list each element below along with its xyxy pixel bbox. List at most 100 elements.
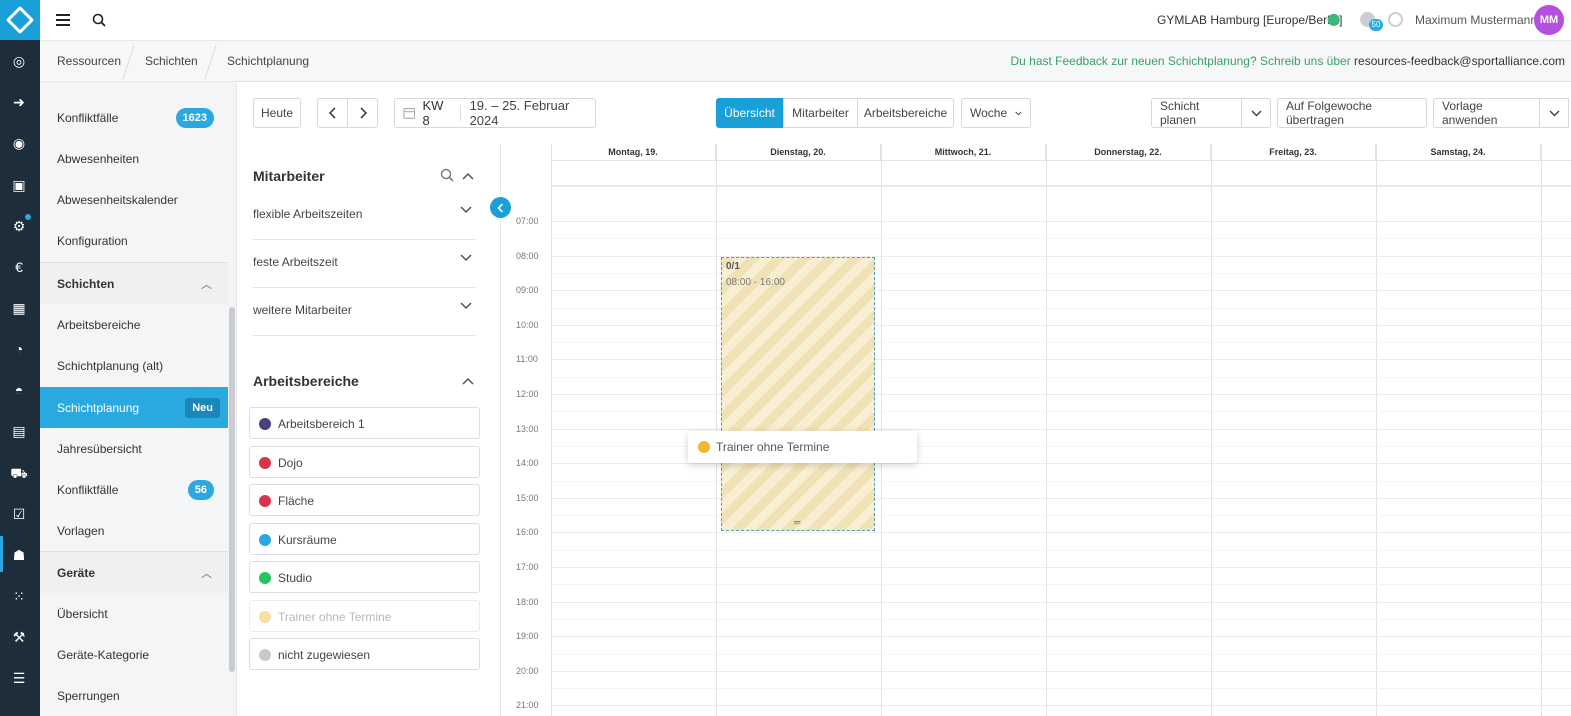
target-icon[interactable]: ◉ bbox=[10, 134, 28, 152]
search-icon[interactable] bbox=[90, 11, 108, 29]
area-filter-arbeitsbereich-1[interactable]: Arbeitsbereich 1 bbox=[249, 407, 480, 439]
cart-icon[interactable]: ⛟ bbox=[10, 464, 28, 482]
employee-group-fixed[interactable]: feste Arbeitszeit bbox=[253, 240, 476, 288]
sidebar-item-sperrungen[interactable]: Sperrungen bbox=[40, 675, 228, 716]
breadcrumb: Ressourcen Schichten Schichtplanung Du h… bbox=[40, 41, 1571, 82]
user-name[interactable]: Maximum Mustermann bbox=[1415, 13, 1537, 27]
hour-gridline bbox=[551, 601, 1571, 603]
sidebar-item-konfliktfaelle[interactable]: Konfliktfälle 1623 bbox=[40, 97, 228, 138]
chevron-up-icon[interactable] bbox=[462, 377, 474, 385]
timer-icon[interactable]: ◔ bbox=[10, 340, 28, 358]
top-bar: GYMLAB Hamburg [Europe/Berlin] ⬤ 50 Maxi… bbox=[40, 0, 1571, 41]
avatar[interactable]: MM bbox=[1534, 5, 1564, 35]
sidebar-item-konfliktfaelle-schichten[interactable]: Konfliktfälle 56 bbox=[40, 469, 228, 510]
analytics-icon[interactable]: ▤ bbox=[10, 422, 28, 440]
menu-icon[interactable] bbox=[54, 11, 72, 29]
sidebar-item-jahresuebersicht[interactable]: Jahresübersicht bbox=[40, 428, 228, 469]
tab-arbeitsbereiche[interactable]: Arbeitsbereiche bbox=[857, 98, 954, 128]
breadcrumb-ressourcen[interactable]: Ressourcen bbox=[57, 54, 121, 68]
dashboard-icon[interactable]: ◎ bbox=[10, 52, 28, 70]
chevron-right-icon bbox=[359, 107, 367, 119]
chat-icon[interactable]: ◓ bbox=[10, 381, 28, 399]
day-header[interactable]: Mittwoch, 21. bbox=[881, 144, 1046, 161]
day-header[interactable]: Donnerstag, 22. bbox=[1046, 144, 1211, 161]
feedback-email-link[interactable]: resources-feedback@sportalliance.com bbox=[1354, 54, 1565, 68]
apply-template-button[interactable]: Vorlage anwenden bbox=[1433, 98, 1540, 128]
prev-week-button[interactable] bbox=[317, 98, 348, 128]
tab-mitarbeiter[interactable]: Mitarbeiter bbox=[783, 98, 858, 128]
all-day-row[interactable] bbox=[551, 161, 1571, 186]
app-logo[interactable] bbox=[0, 0, 40, 40]
sidebar-section-geraete[interactable]: Geräte ︿ bbox=[40, 552, 228, 593]
period-select[interactable]: Woche bbox=[961, 98, 1031, 128]
time-label: 09:00 bbox=[516, 285, 539, 296]
time-label: 14:00 bbox=[516, 458, 539, 469]
area-filter-studio[interactable]: Studio bbox=[249, 561, 480, 593]
area-filter-nicht-zugewiesen[interactable]: nicht zugewiesen bbox=[249, 638, 480, 670]
finance-icon[interactable]: € bbox=[10, 258, 28, 276]
area-label: Kursräume bbox=[278, 533, 337, 547]
area-filter-kursraeume[interactable]: Kursräume bbox=[249, 523, 480, 555]
sidebar-item-arbeitsbereiche[interactable]: Arbeitsbereiche bbox=[40, 304, 228, 345]
time-label: 10:00 bbox=[516, 319, 539, 330]
time-label: 11:00 bbox=[516, 354, 538, 365]
period-select-value: Woche bbox=[970, 106, 1008, 120]
day-header[interactable]: Freitag, 23. bbox=[1211, 144, 1376, 161]
next-week-button[interactable] bbox=[347, 98, 378, 128]
employee-group-other[interactable]: weitere Mitarbeiter bbox=[253, 288, 476, 336]
area-filter-dojo[interactable]: Dojo bbox=[249, 446, 480, 478]
day-column-divider bbox=[716, 144, 717, 716]
area-filter-flaeche[interactable]: Fläche bbox=[249, 484, 480, 516]
sliders-icon[interactable]: ☰ bbox=[10, 669, 28, 687]
studio-location[interactable]: GYMLAB Hamburg [Europe/Berlin] bbox=[1157, 13, 1342, 27]
resize-handle-icon[interactable]: ═ bbox=[794, 517, 800, 527]
settings-icon[interactable]: ⚙ bbox=[10, 214, 31, 235]
sidebar-item-uebersicht[interactable]: Übersicht bbox=[40, 593, 228, 634]
time-label: 16:00 bbox=[516, 527, 539, 538]
tasks-icon[interactable]: ☑ bbox=[10, 505, 28, 523]
transfer-next-week-button[interactable]: Auf Folgewoche übertragen bbox=[1277, 98, 1427, 128]
sidebar-section-schichten[interactable]: Schichten ︿ bbox=[40, 263, 228, 304]
day-header[interactable]: Montag, 19. bbox=[551, 144, 716, 161]
sidebar-scrollbar[interactable] bbox=[229, 307, 235, 672]
hour-gridline bbox=[551, 186, 1571, 188]
half-hour-gridline bbox=[551, 515, 1571, 517]
calendar-icon[interactable]: ▦ bbox=[10, 299, 28, 317]
employee-group-flexible[interactable]: flexible Arbeitszeiten bbox=[253, 192, 476, 240]
sidebar-item-schichtplanung[interactable]: Schichtplanung Neu bbox=[40, 387, 228, 428]
tab-uebersicht[interactable]: Übersicht bbox=[716, 98, 783, 128]
sidebar-item-vorlagen[interactable]: Vorlagen bbox=[40, 510, 228, 551]
day-header[interactable]: Samstag, 24. bbox=[1376, 144, 1541, 161]
sidebar-item-schichtplanung-alt[interactable]: Schichtplanung (alt) bbox=[40, 345, 228, 386]
clock-icon[interactable] bbox=[1388, 12, 1403, 27]
download-count-badge: 50 bbox=[1369, 19, 1383, 31]
collapse-panel-button[interactable] bbox=[490, 197, 511, 218]
apply-template-dropdown-button[interactable] bbox=[1539, 98, 1569, 128]
contacts-icon[interactable]: ▣ bbox=[10, 176, 28, 194]
employee-search-icon[interactable] bbox=[440, 168, 454, 182]
week-picker[interactable]: KW 8 19. – 25. Februar 2024 bbox=[394, 98, 596, 128]
feedback-text: Du hast Feedback zur neuen Schichtplanun… bbox=[1010, 54, 1351, 68]
sidebar-item-abwesenheiten[interactable]: Abwesenheiten bbox=[40, 138, 228, 179]
sidebar-item-konfiguration[interactable]: Konfiguration bbox=[40, 220, 228, 261]
grid-icon[interactable]: ⁙ bbox=[10, 587, 28, 605]
day-header[interactable]: Dienstag, 20. bbox=[716, 144, 881, 161]
area-filter-trainer-ohne-termine[interactable]: Trainer ohne Termine bbox=[249, 600, 480, 632]
hour-gridline bbox=[551, 359, 1571, 361]
sidebar-item-abwesenheitskalender[interactable]: Abwesenheitskalender bbox=[40, 179, 228, 220]
wrench-icon[interactable]: ⚒ bbox=[10, 628, 28, 646]
plan-shift-dropdown-button[interactable] bbox=[1241, 98, 1271, 128]
staff-icon[interactable]: ☗ bbox=[10, 546, 28, 564]
sidebar-item-label: Konfiguration bbox=[57, 234, 128, 248]
hour-gridline bbox=[551, 567, 1571, 568]
conflict-count-badge: 56 bbox=[187, 480, 214, 500]
checkin-icon[interactable]: ➜ bbox=[10, 93, 28, 111]
employee-group-label: feste Arbeitszeit bbox=[253, 255, 338, 269]
shift-block[interactable]: 0/1 08:00 - 16:00 ═ bbox=[721, 257, 875, 531]
breadcrumb-schichten[interactable]: Schichten bbox=[145, 54, 198, 68]
plan-shift-button[interactable]: Schicht planen bbox=[1151, 98, 1242, 128]
sidebar-item-geraete-kategorie[interactable]: Geräte-Kategorie bbox=[40, 634, 228, 675]
time-label: 19:00 bbox=[516, 631, 539, 642]
today-button[interactable]: Heute bbox=[253, 98, 301, 128]
chevron-up-icon[interactable] bbox=[462, 172, 474, 180]
